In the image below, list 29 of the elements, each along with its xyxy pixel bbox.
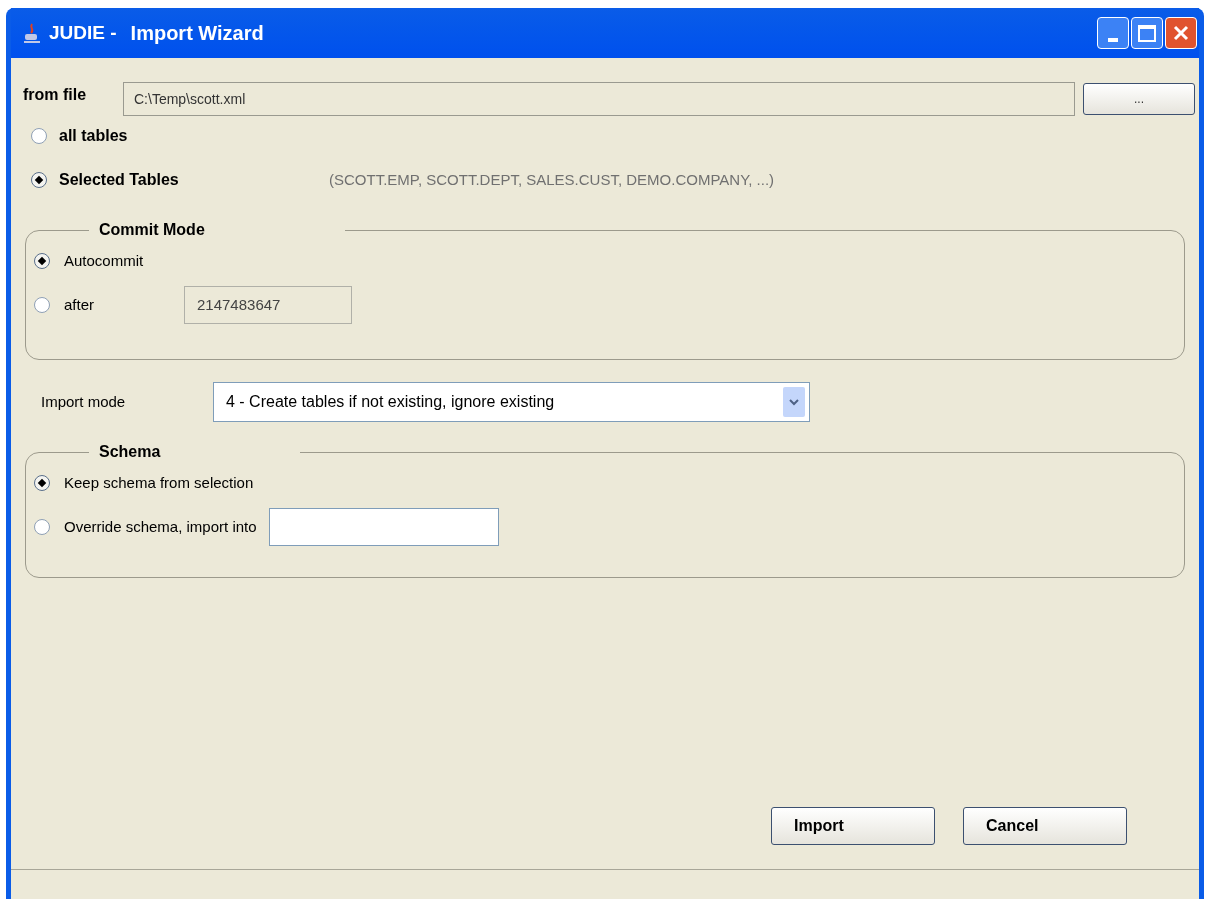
radio-button[interactable]: [34, 253, 50, 269]
close-button[interactable]: [1165, 17, 1197, 49]
browse-button[interactable]: ...: [1083, 83, 1195, 115]
selected-tables-hint: (SCOTT.EMP, SCOTT.DEPT, SALES.CUST, DEMO.COMPANY, ...): [329, 169, 775, 190]
group-title: Commit Mode: [98, 220, 206, 240]
option-label: all tables: [59, 126, 129, 146]
maximize-button[interactable]: [1131, 17, 1163, 49]
dialog-button[interactable]: Cancel: [963, 807, 1127, 845]
window-title: Import Wizard: [130, 21, 264, 46]
field-label: from file: [23, 85, 88, 105]
option-label: Keep schema from selection: [64, 472, 254, 493]
cup-icon: [23, 23, 41, 43]
radio-button[interactable]: [34, 475, 50, 491]
radio-button[interactable]: [31, 172, 47, 188]
radio-button[interactable]: [34, 519, 50, 535]
dialog-button[interactable]: Import: [771, 807, 935, 845]
option-label: Override schema, import into: [64, 516, 257, 537]
option-label: Selected Tables: [59, 170, 180, 190]
app-name: JUDIE -: [49, 20, 117, 45]
field-label: Import mode: [41, 391, 127, 412]
option-label: Autocommit: [64, 250, 144, 271]
group-title: Schema: [98, 442, 162, 462]
text-field[interactable]: [268, 508, 499, 546]
minimize-button[interactable]: [1097, 17, 1129, 49]
radio-button[interactable]: [31, 128, 47, 144]
option-label: after: [64, 294, 95, 315]
close-icon: [1172, 24, 1190, 42]
import-mode-dropdown[interactable]: 4 - Create tables if not existing, ignore existing: [213, 382, 810, 422]
file-path-field[interactable]: C:\Temp\scott.xml: [123, 82, 1075, 116]
